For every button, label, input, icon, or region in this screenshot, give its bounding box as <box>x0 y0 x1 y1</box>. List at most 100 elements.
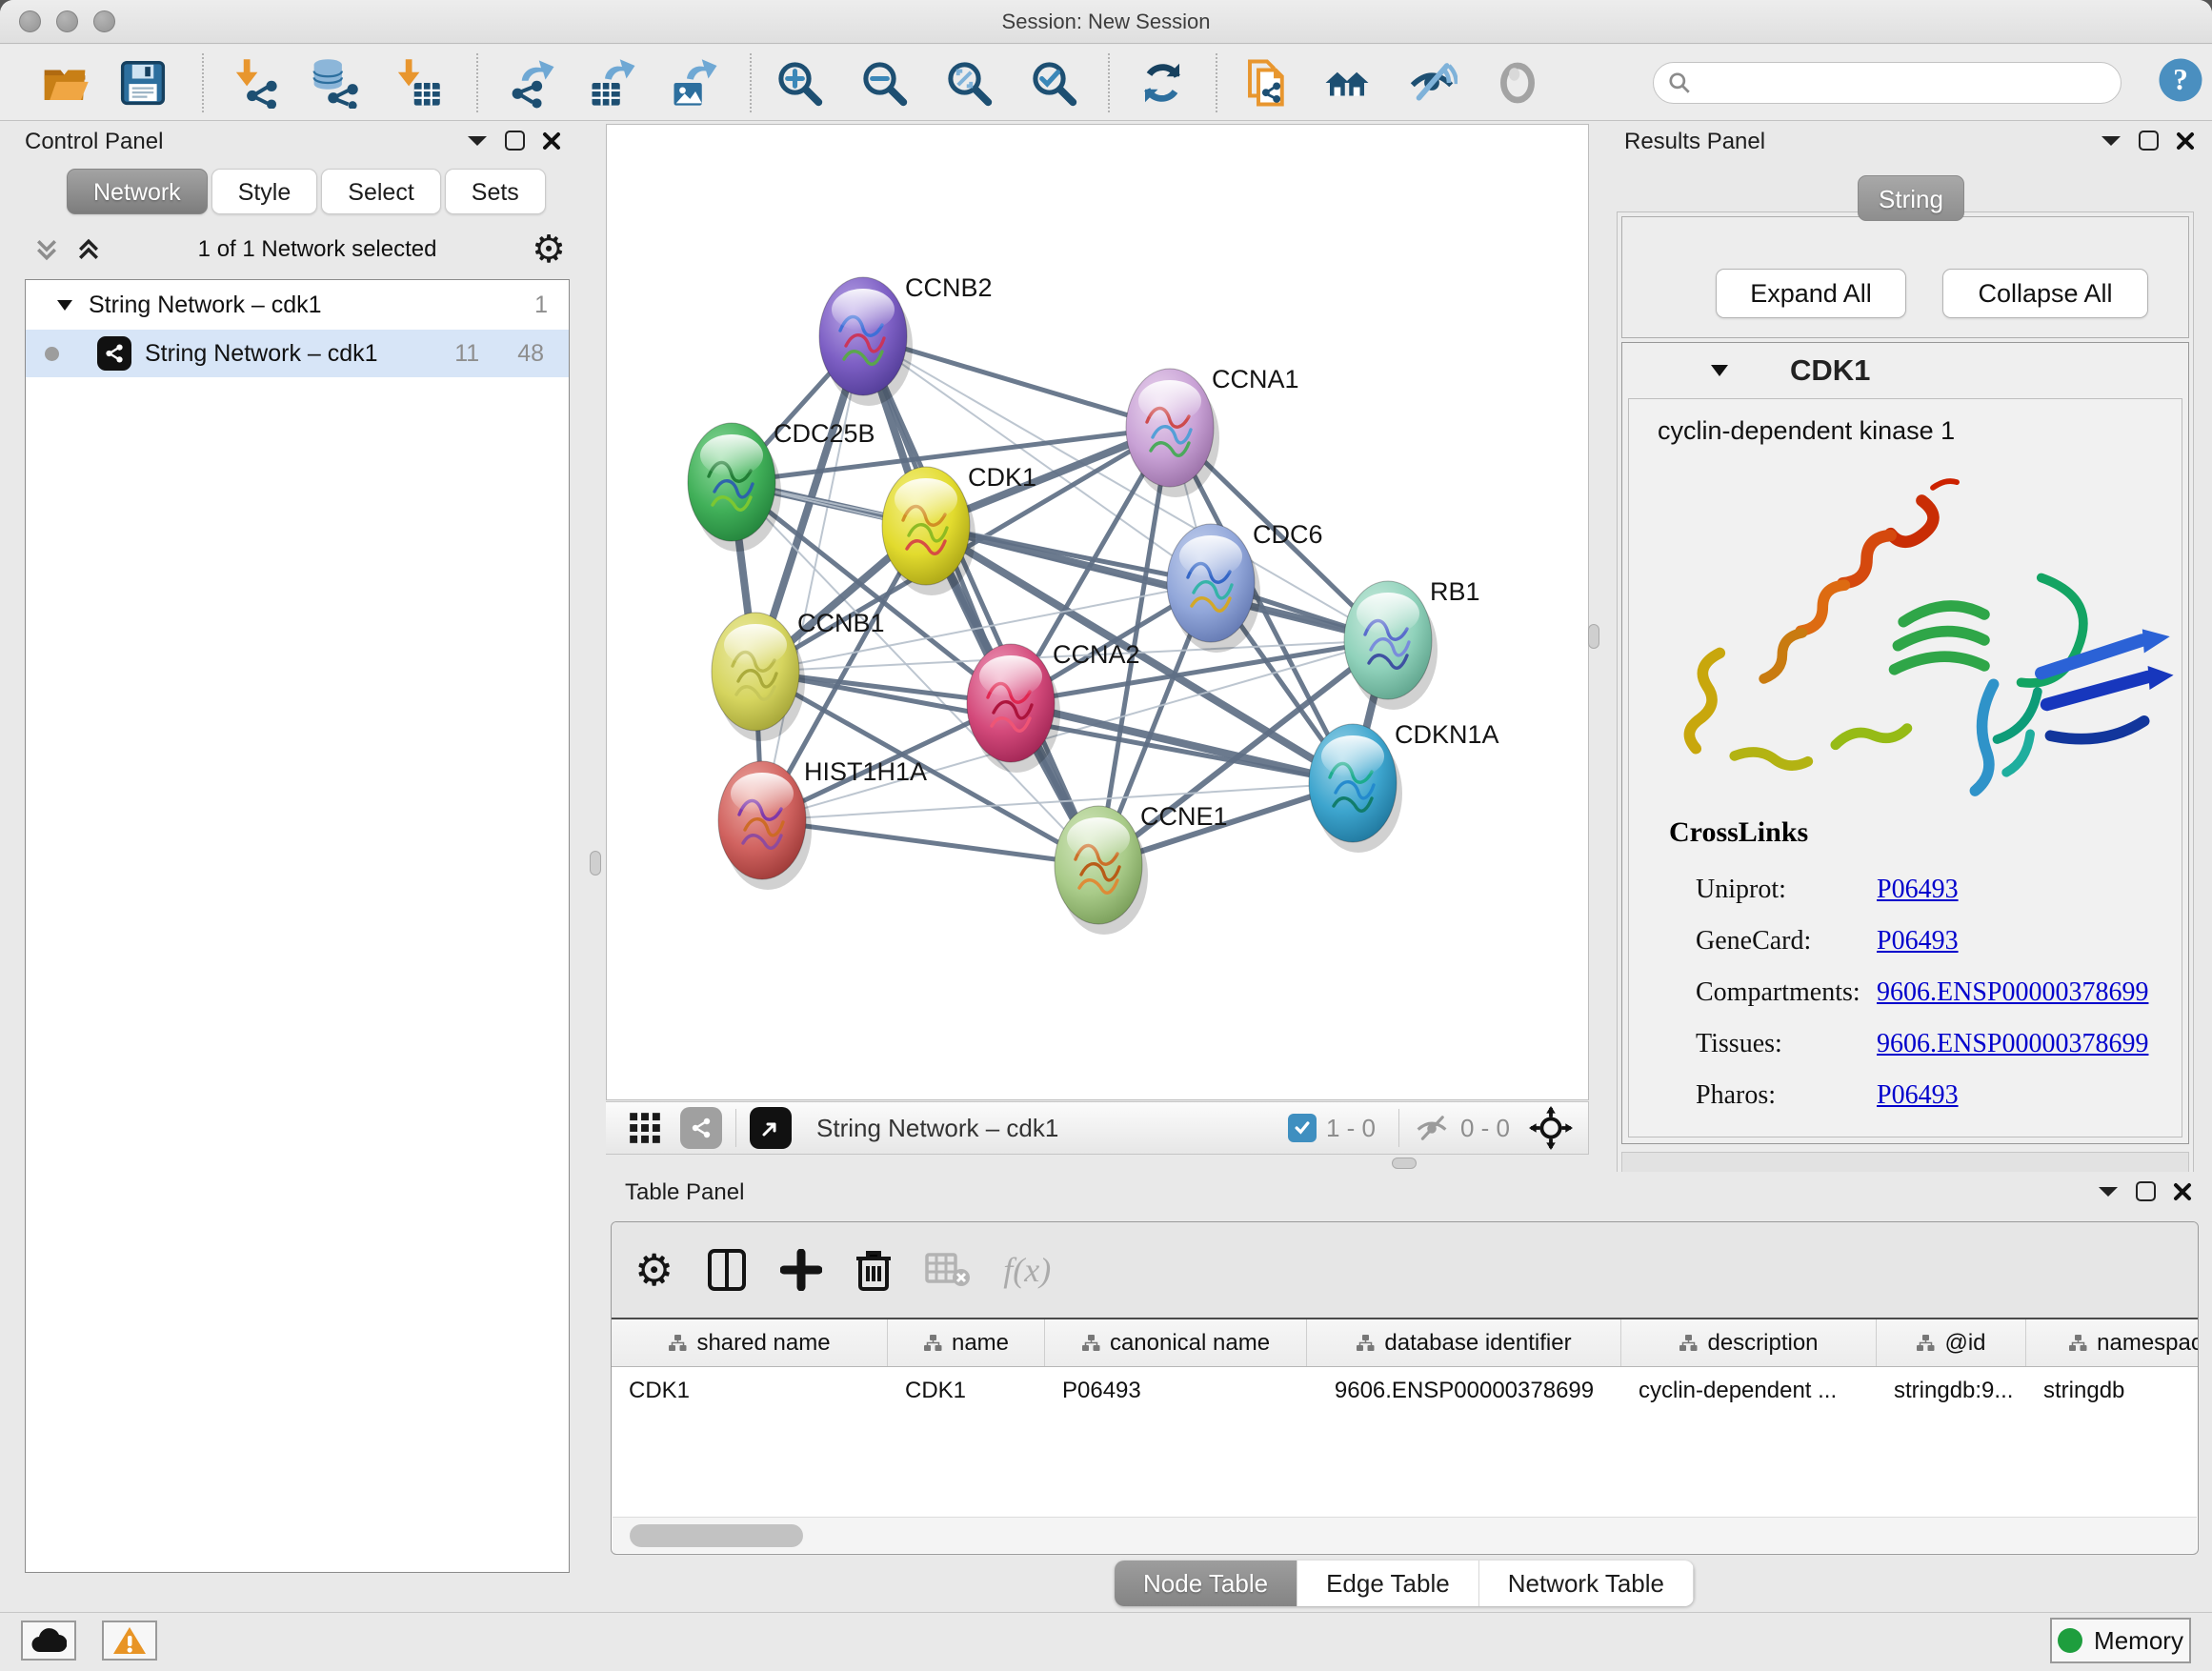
tab-sets[interactable]: Sets <box>445 169 546 214</box>
network-node-CCNB1[interactable]: CCNB1 <box>712 609 885 741</box>
collapse-all-chevrons-icon[interactable] <box>32 235 61 264</box>
horizontal-splitter-grip[interactable] <box>1392 1158 1417 1169</box>
tab-edge-table[interactable]: Edge Table <box>1297 1560 1479 1606</box>
warning-status-button[interactable] <box>102 1621 157 1661</box>
zoom-out-icon[interactable] <box>858 57 910 109</box>
cloud-status-button[interactable] <box>21 1621 76 1661</box>
table-panel-title: Table Panel <box>625 1179 744 1206</box>
crosslink-value-link[interactable]: P06493 <box>1877 926 1959 956</box>
collection-expander-icon[interactable] <box>56 299 73 312</box>
network-row[interactable]: String Network – cdk1 11 48 <box>26 330 569 377</box>
column-header--id[interactable]: @id <box>1877 1319 2026 1366</box>
tab-network[interactable]: Network <box>67 169 208 214</box>
clone-network-pages-icon[interactable] <box>1241 57 1293 109</box>
close-panel-icon[interactable] <box>542 131 561 151</box>
gear-icon[interactable]: ⚙ <box>532 228 566 272</box>
crosslink-value-link[interactable]: P06493 <box>1877 1080 1959 1111</box>
network-node-CCNA1[interactable]: CCNA1 <box>1126 365 1299 497</box>
section-expander-icon[interactable] <box>1710 364 1729 377</box>
network-collection-row[interactable]: String Network – cdk1 1 <box>26 280 569 330</box>
add-column-icon[interactable] <box>780 1249 822 1291</box>
network-canvas: CCNB2CCNA1CDC25BCDK1CDC6RB1CCNB1CCNA2CDK… <box>606 124 1589 1100</box>
table-gear-icon[interactable]: ⚙ <box>634 1244 674 1296</box>
search-input[interactable] <box>1699 65 2121 101</box>
import-network-database-icon[interactable] <box>309 57 360 109</box>
maximize-panel-icon[interactable] <box>2136 1181 2156 1201</box>
delete-column-trash-icon[interactable] <box>855 1247 893 1293</box>
maximize-panel-icon[interactable] <box>505 131 525 151</box>
birdseye-view-icon[interactable] <box>750 1107 792 1149</box>
network-node-CDC6[interactable]: CDC6 <box>1167 520 1323 653</box>
column-type-icon <box>1081 1334 1100 1353</box>
close-panel-icon[interactable] <box>2176 131 2195 151</box>
column-header-name[interactable]: name <box>888 1319 1045 1366</box>
float-panel-icon[interactable] <box>2098 1185 2119 1198</box>
zoom-selected-icon[interactable] <box>1028 57 1079 109</box>
column-type-icon <box>923 1334 942 1353</box>
help-icon[interactable]: ? <box>2155 54 2206 106</box>
import-network-icon[interactable] <box>229 57 280 109</box>
network-node-CDC25B[interactable]: CDC25B <box>688 419 875 552</box>
right-splitter-grip[interactable] <box>1588 624 1599 649</box>
tab-select[interactable]: Select <box>321 169 440 214</box>
column-header-shared-name[interactable]: shared name <box>612 1319 888 1366</box>
open-session-folder-icon[interactable] <box>39 57 90 109</box>
crosslinks-list: Uniprot:P06493GeneCard:P06493Compartment… <box>1629 864 2182 1121</box>
zoom-fit-icon[interactable] <box>943 57 995 109</box>
collapse-all-button[interactable]: Collapse All <box>1942 269 2148 318</box>
tab-string[interactable]: String <box>1858 175 1964 221</box>
table-hscroll-thumb[interactable] <box>630 1524 803 1547</box>
column-header-description[interactable]: description <box>1621 1319 1877 1366</box>
pan-crosshair-icon[interactable] <box>1529 1106 1573 1150</box>
float-panel-icon[interactable] <box>467 134 488 148</box>
protein-section-header[interactable]: CDK1 <box>1622 343 2188 398</box>
import-table-icon[interactable] <box>391 57 442 109</box>
table-hscroll-track[interactable] <box>613 1517 2197 1553</box>
export-table-icon[interactable] <box>588 57 639 109</box>
zoom-in-icon[interactable] <box>774 57 825 109</box>
network-node-RB1[interactable]: RB1 <box>1344 577 1480 710</box>
column-header-database-identifier[interactable]: database identifier <box>1307 1319 1621 1366</box>
network-node-HIST1H1A[interactable]: HIST1H1A <box>718 757 927 890</box>
network-node-CCNE1[interactable]: CCNE1 <box>1055 802 1228 935</box>
network-edge <box>762 820 1098 865</box>
cloud-icon <box>30 1627 67 1654</box>
refresh-icon[interactable] <box>1136 57 1188 109</box>
tab-style[interactable]: Style <box>211 169 318 214</box>
left-splitter-grip[interactable] <box>590 851 601 876</box>
network-node-CDKN1A[interactable]: CDKN1A <box>1309 720 1499 853</box>
network-graph[interactable]: CCNB2CCNA1CDC25BCDK1CDC6RB1CCNB1CCNA2CDK… <box>607 125 1588 1099</box>
crosslink-value-link[interactable]: P06493 <box>1877 875 1959 905</box>
collection-count: 1 <box>534 292 548 319</box>
network-node-CCNB2[interactable]: CCNB2 <box>819 273 993 406</box>
expand-all-button[interactable]: Expand All <box>1716 269 1906 318</box>
expand-all-chevrons-icon[interactable] <box>74 235 103 264</box>
table-cell: 9606.ENSP00000378699 <box>1307 1367 1621 1415</box>
memory-button[interactable]: Memory <box>2050 1618 2191 1663</box>
float-panel-icon[interactable] <box>2101 134 2122 148</box>
show-columns-icon[interactable] <box>706 1247 748 1293</box>
crosslink-value-link[interactable]: 9606.ENSP00000378699 <box>1877 977 2148 1008</box>
crosslink-value-link[interactable]: 9606.ENSP00000378699 <box>1877 1029 2148 1059</box>
delete-table-icon[interactable] <box>925 1251 971 1289</box>
eye-slash-icon[interactable] <box>1406 57 1458 109</box>
save-session-icon[interactable] <box>117 57 169 109</box>
column-header-canonical-name[interactable]: canonical name <box>1045 1319 1307 1366</box>
network-node-CCNA2[interactable]: CCNA2 <box>967 640 1140 773</box>
table-row[interactable]: CDK1CDK1P064939606.ENSP00000378699cyclin… <box>612 1367 2198 1415</box>
network-share-toggle-icon[interactable] <box>680 1107 722 1149</box>
selected-checkbox-icon[interactable] <box>1288 1114 1317 1142</box>
export-network-icon[interactable] <box>507 57 558 109</box>
tab-node-table[interactable]: Node Table <box>1115 1560 1297 1606</box>
maximize-panel-icon[interactable] <box>2139 131 2159 151</box>
export-image-icon[interactable] <box>670 57 721 109</box>
tab-network-table[interactable]: Network Table <box>1479 1560 1694 1606</box>
grid-view-icon[interactable] <box>627 1110 663 1146</box>
column-header-namespac[interactable]: namespac <box>2026 1319 2199 1366</box>
eye-icon[interactable] <box>1492 57 1543 109</box>
function-builder-icon[interactable]: f(x) <box>1003 1250 1051 1290</box>
close-panel-icon[interactable] <box>2173 1182 2192 1201</box>
search-field <box>1653 62 2122 104</box>
houses-icon[interactable] <box>1321 57 1373 109</box>
node-gloss <box>1357 593 1419 634</box>
